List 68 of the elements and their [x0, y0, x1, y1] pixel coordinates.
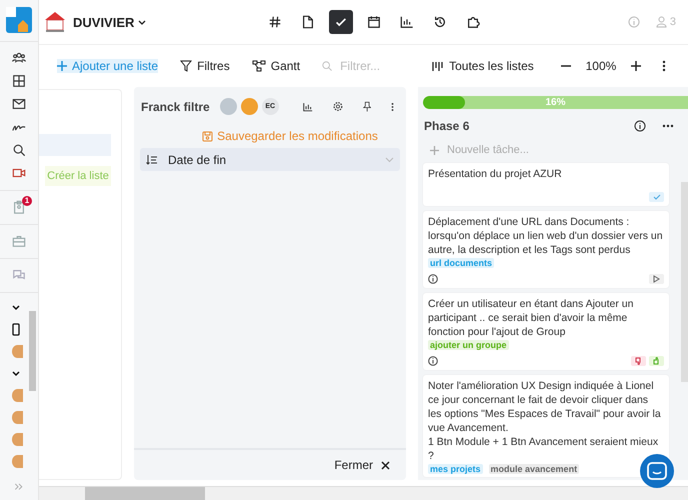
user-icon — [656, 16, 667, 28]
filters-button[interactable]: Filtres — [180, 59, 230, 73]
clipboard-icon[interactable] — [12, 200, 26, 214]
task-card[interactable]: Créer un utilisateur en étant dans Ajouter un participant .. ce serait bien d'avoir la même fonction pour l'ajout de Group ajouter un groupe — [423, 293, 669, 370]
check-tab[interactable] — [329, 10, 353, 34]
search-field[interactable]: Filtrer... — [338, 58, 432, 74]
task-card[interactable] — [423, 375, 669, 477]
company-logo — [43, 10, 67, 34]
close-icon — [381, 460, 390, 470]
all-lists-button[interactable]: Toutes les listes — [432, 59, 534, 73]
mail-icon[interactable] — [12, 97, 26, 112]
column-title: Phase 6 — [424, 119, 470, 133]
check-indicator — [649, 192, 664, 202]
document-icon — [301, 15, 315, 29]
zoom-level: 100% — [586, 59, 616, 73]
task-text: Noter l'amélioration UX Design indiquée à Lionel ce jour concernant le fait de devoir cliquer dans les options "Mes Espaces de Travail" pour avoir la vue Avancement. 1 Btn Module + 1 Btn Avancement seraient mieux ? — [428, 379, 662, 463]
info-icon[interactable] — [428, 356, 438, 366]
workspace-dropdown[interactable]: DUVIVIER — [73, 14, 146, 30]
thumbs-up-indicator — [649, 356, 664, 366]
plus-icon — [430, 146, 439, 154]
filter-icon — [180, 60, 192, 72]
search-icon[interactable] — [12, 143, 26, 158]
task-card[interactable]: Présentation du projet AZUR — [423, 163, 669, 206]
plus-icon — [57, 61, 67, 71]
chevron-icon[interactable] — [12, 370, 20, 377]
columns-icon — [432, 60, 444, 72]
progress-label: 16% — [546, 96, 566, 109]
more-icon[interactable] — [390, 100, 394, 112]
scrollbar[interactable] — [29, 310, 36, 391]
info-icon[interactable] — [634, 120, 646, 132]
hash-icon — [268, 15, 282, 29]
history-icon — [433, 15, 447, 29]
calendar-icon — [367, 15, 381, 29]
tag[interactable]: module avancement — [488, 464, 580, 474]
sort-dropdown[interactable]: Date de fin — [140, 148, 400, 171]
people-icon[interactable] — [12, 51, 26, 66]
info-icon[interactable] — [428, 274, 438, 284]
save-icon — [202, 130, 214, 142]
search-icon — [322, 60, 332, 72]
device-icon[interactable] — [12, 323, 20, 336]
task-card[interactable]: Déplacement d'une URL dans Documents : lorsqu'on déplace un lien web d'un dossier vers un autre, la description et les Tags sont perdus url documents — [423, 211, 669, 288]
chat-icon — [647, 462, 667, 480]
chart-icon — [400, 15, 414, 29]
task-text: Créer un utilisateur en étant dans Ajouter un participant .. ce serait bien d'avoir la même fonction pour l'ajout de Group — [428, 297, 634, 339]
notification-badge: 1 — [22, 196, 32, 206]
plus-icon — [631, 61, 642, 71]
new-task-field[interactable]: Nouvelle tâche... — [445, 143, 599, 157]
column-title: Franck filtre — [141, 100, 210, 114]
gantt-button[interactable]: Gantt — [252, 59, 300, 73]
scrollbar[interactable] — [85, 487, 205, 500]
puzzle-icon — [466, 15, 480, 29]
thumbs-down-indicator — [631, 356, 646, 366]
chart-icon[interactable] — [302, 100, 313, 112]
close-button[interactable]: Fermer — [334, 458, 390, 472]
sort-icon — [146, 154, 158, 164]
task-text: Déplacement d'une URL dans Documents : lorsqu'on déplace un lien web d'un dossier vers un autre, la description et les Tags sont perdus — [428, 215, 664, 257]
grid-icon[interactable] — [12, 74, 26, 88]
more-icon[interactable] — [662, 124, 674, 128]
more-icon — [662, 60, 666, 72]
diagram-icon — [252, 60, 266, 72]
chevron-icon — [385, 156, 394, 162]
play-indicator — [649, 274, 664, 284]
chevron-icon[interactable] — [12, 304, 20, 311]
caret-icon — [138, 20, 146, 24]
task-text: Présentation du projet AZUR — [428, 167, 563, 181]
settings-icon[interactable] — [332, 100, 343, 113]
scrollbar[interactable] — [681, 182, 688, 382]
pin-icon[interactable] — [362, 100, 371, 113]
